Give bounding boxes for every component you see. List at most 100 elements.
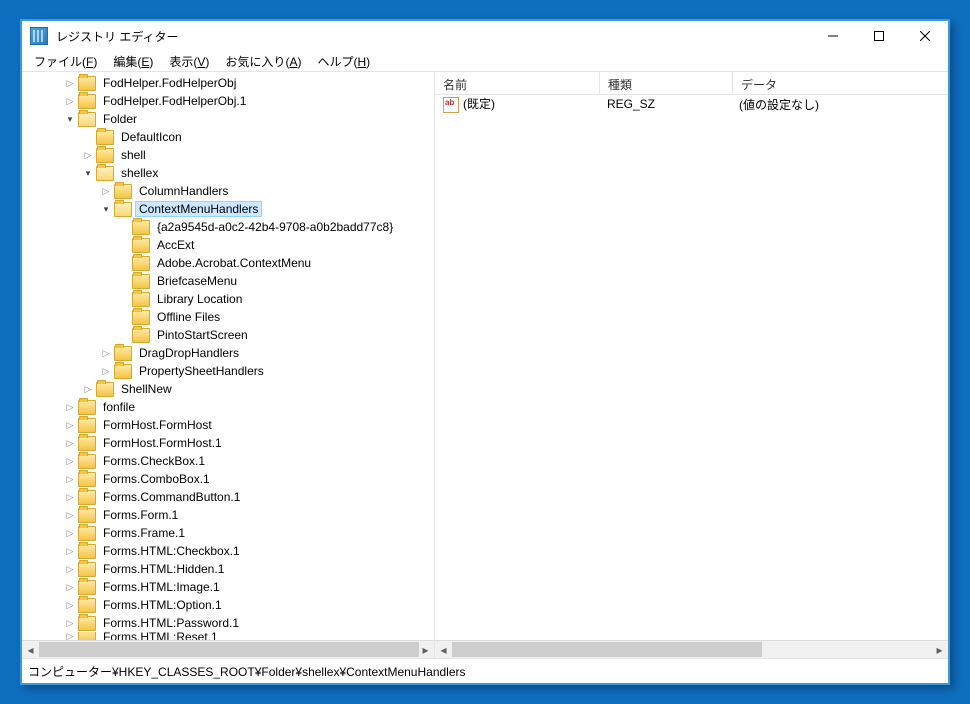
scroll-left-icon[interactable]: ◂ (435, 641, 452, 658)
close-button[interactable] (902, 21, 948, 51)
chevron-down-icon[interactable] (80, 168, 96, 179)
menu-favorites[interactable]: お気に入り(A) (217, 51, 309, 72)
chevron-right-icon[interactable] (80, 150, 96, 161)
menu-file[interactable]: ファイル(F) (26, 51, 105, 72)
folder-icon (78, 632, 96, 640)
scroll-thumb[interactable] (39, 642, 419, 657)
chevron-right-icon[interactable] (62, 420, 78, 431)
chevron-right-icon[interactable] (62, 492, 78, 503)
chevron-right-icon[interactable] (62, 582, 78, 593)
tree-node-label: PintoStartScreen (154, 328, 251, 342)
values-list[interactable]: (既定)REG_SZ(値の設定なし) (435, 95, 948, 640)
tree-node[interactable]: Forms.HTML:Option.1 (22, 596, 434, 614)
chevron-right-icon[interactable] (62, 438, 78, 449)
chevron-right-icon[interactable] (98, 186, 114, 197)
tree-node[interactable]: DragDropHandlers (22, 344, 434, 362)
chevron-right-icon[interactable] (62, 618, 78, 629)
tree-node[interactable]: FormHost.FormHost (22, 416, 434, 434)
scroll-left-icon[interactable]: ◂ (22, 641, 39, 658)
menu-edit[interactable]: 編集(E) (105, 51, 161, 72)
tree-node[interactable]: Forms.HTML:Image.1 (22, 578, 434, 596)
chevron-right-icon[interactable] (62, 456, 78, 467)
chevron-right-icon[interactable] (62, 474, 78, 485)
tree-node[interactable]: PintoStartScreen (22, 326, 434, 344)
content-area: FodHelper.FodHelperObjFodHelper.FodHelpe… (22, 72, 948, 658)
tree-node[interactable]: Forms.HTML:Hidden.1 (22, 560, 434, 578)
menu-view[interactable]: 表示(V) (161, 51, 217, 72)
tree-node[interactable]: Folder (22, 110, 434, 128)
tree-node-label: Forms.Frame.1 (100, 526, 188, 540)
folder-icon (78, 598, 96, 613)
tree-node[interactable]: DefaultIcon (22, 128, 434, 146)
tree-node[interactable]: Forms.Frame.1 (22, 524, 434, 542)
column-data[interactable]: データ (733, 72, 948, 94)
maximize-button[interactable] (856, 21, 902, 51)
tree-node[interactable]: Forms.HTML:Checkbox.1 (22, 542, 434, 560)
tree-node-label: Forms.HTML:Hidden.1 (100, 562, 227, 576)
tree-node-label: Forms.CommandButton.1 (100, 490, 243, 504)
tree-node[interactable]: Forms.HTML:Password.1 (22, 614, 434, 632)
tree-node[interactable]: ContextMenuHandlers (22, 200, 434, 218)
tree-node[interactable]: Forms.CheckBox.1 (22, 452, 434, 470)
tree-node-label: Forms.HTML:Image.1 (100, 580, 223, 594)
tree-node[interactable]: FodHelper.FodHelperObj (22, 74, 434, 92)
minimize-button[interactable] (810, 21, 856, 51)
chevron-right-icon[interactable] (62, 510, 78, 521)
scroll-right-icon[interactable]: ▸ (931, 641, 948, 658)
tree-node-label: DefaultIcon (118, 130, 185, 144)
titlebar[interactable]: レジストリ エディター (22, 21, 948, 51)
tree-node[interactable]: FodHelper.FodHelperObj.1 (22, 92, 434, 110)
scroll-thumb[interactable] (452, 642, 762, 657)
tree-node[interactable]: {a2a9545d-a0c2-42b4-9708-a0b2badd77c8} (22, 218, 434, 236)
list-scrollbar-horizontal[interactable]: ◂ ▸ (435, 640, 948, 658)
folder-icon (132, 292, 150, 307)
column-name[interactable]: 名前 (435, 72, 600, 94)
folder-icon (78, 454, 96, 469)
menubar: ファイル(F) 編集(E) 表示(V) お気に入り(A) ヘルプ(H) (22, 51, 948, 72)
tree-node[interactable]: Forms.ComboBox.1 (22, 470, 434, 488)
tree-node[interactable]: Forms.CommandButton.1 (22, 488, 434, 506)
tree-node[interactable]: ShellNew (22, 380, 434, 398)
tree-node[interactable]: PropertySheetHandlers (22, 362, 434, 380)
chevron-right-icon[interactable] (62, 632, 78, 640)
folder-icon (132, 256, 150, 271)
tree-node[interactable]: Forms.Form.1 (22, 506, 434, 524)
chevron-right-icon[interactable] (80, 384, 96, 395)
chevron-right-icon[interactable] (62, 96, 78, 107)
tree-node[interactable]: Adobe.Acrobat.ContextMenu (22, 254, 434, 272)
scroll-right-icon[interactable]: ▸ (417, 641, 434, 658)
chevron-right-icon[interactable] (62, 78, 78, 89)
chevron-right-icon[interactable] (98, 366, 114, 377)
tree-node[interactable]: Offline Files (22, 308, 434, 326)
tree-node-label: Adobe.Acrobat.ContextMenu (154, 256, 314, 270)
chevron-down-icon[interactable] (62, 114, 78, 125)
tree-node[interactable]: FormHost.FormHost.1 (22, 434, 434, 452)
folder-icon (96, 148, 114, 163)
tree-node-label: FormHost.FormHost (100, 418, 215, 432)
tree-node-label: BriefcaseMenu (154, 274, 240, 288)
tree-node[interactable]: shell (22, 146, 434, 164)
chevron-right-icon[interactable] (62, 528, 78, 539)
tree-node[interactable]: fonfile (22, 398, 434, 416)
folder-icon (78, 400, 96, 415)
tree-node[interactable]: Library Location (22, 290, 434, 308)
column-type[interactable]: 種類 (600, 72, 733, 94)
tree-node-label: ContextMenuHandlers (136, 202, 261, 216)
tree-node[interactable]: AccExt (22, 236, 434, 254)
tree-scrollbar-horizontal[interactable]: ◂ ▸ (22, 640, 434, 658)
tree-node-label: Forms.HTML:Option.1 (100, 598, 225, 612)
chevron-right-icon[interactable] (62, 564, 78, 575)
chevron-right-icon[interactable] (62, 546, 78, 557)
folder-icon (96, 382, 114, 397)
chevron-down-icon[interactable] (98, 204, 114, 215)
chevron-right-icon[interactable] (98, 348, 114, 359)
chevron-right-icon[interactable] (62, 600, 78, 611)
value-row[interactable]: (既定)REG_SZ(値の設定なし) (435, 95, 948, 113)
tree-node[interactable]: ColumnHandlers (22, 182, 434, 200)
chevron-right-icon[interactable] (62, 402, 78, 413)
tree-node[interactable]: shellex (22, 164, 434, 182)
tree-node[interactable]: BriefcaseMenu (22, 272, 434, 290)
menu-help[interactable]: ヘルプ(H) (309, 51, 378, 72)
tree-node[interactable]: Forms.HTML:Reset.1 (22, 632, 434, 640)
registry-tree[interactable]: FodHelper.FodHelperObjFodHelper.FodHelpe… (22, 72, 434, 640)
